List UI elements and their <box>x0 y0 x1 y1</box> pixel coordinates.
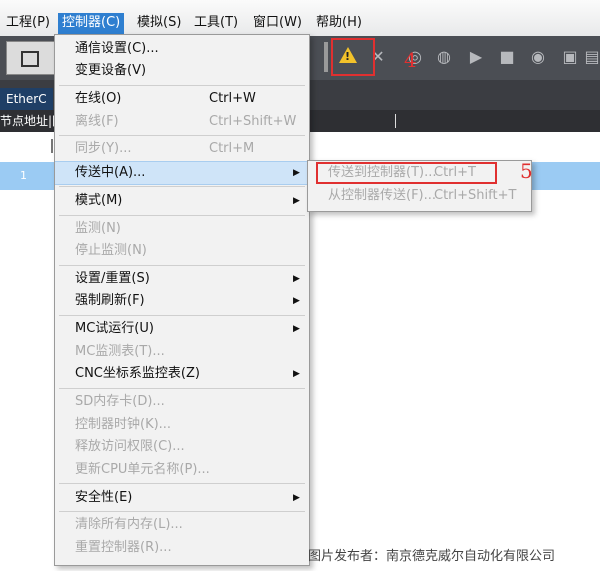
submenu-arrow-icon: ▶ <box>293 493 300 503</box>
menu-item-controller-clock: 控制器时钟(K)... <box>55 414 309 436</box>
menu-item-label: 控制器时钟(K)... <box>75 417 172 432</box>
menu-item-label: MC监测表(T)... <box>75 344 165 359</box>
menu-item-monitor: 监测(N) <box>55 218 309 240</box>
menu-item-shortcut: Ctrl+W <box>209 91 256 106</box>
submenu-arrow-icon: ▶ <box>293 274 300 284</box>
menu-item-change-device[interactable]: 变更设备(V) <box>55 60 309 82</box>
annotation-box-5 <box>316 162 497 184</box>
menu-separator <box>59 265 305 266</box>
run-icon[interactable]: ▶ <box>466 47 486 67</box>
menu-item-force-refresh[interactable]: 强制刷新(F) ▶ <box>55 290 309 312</box>
annotation-5: 5 <box>520 159 533 183</box>
menu-item-set-reset[interactable]: 设置/重置(S) ▶ <box>55 268 309 290</box>
submenu-arrow-icon: ▶ <box>293 168 300 178</box>
menu-item-reset-controller: 重置控制器(R)... <box>55 537 309 559</box>
submenu-arrow-icon: ▶ <box>293 296 300 306</box>
menu-item-label: MC试运行(U) <box>75 321 154 336</box>
menu-item-label: 释放访问权限(C)... <box>75 439 185 454</box>
column-divider <box>395 114 396 128</box>
menu-separator <box>59 315 305 316</box>
menu-item-mode[interactable]: 模式(M) ▶ <box>55 190 309 212</box>
submenu-arrow-icon: ▶ <box>293 196 300 206</box>
stop-icon[interactable]: ■ <box>497 47 517 67</box>
menu-item-shortcut: Ctrl+M <box>209 141 255 156</box>
row-number: 1 <box>20 169 27 182</box>
menu-item-sd-card: SD内存卡(D)... <box>55 391 309 413</box>
refresh-icon[interactable]: ◉ <box>528 47 548 67</box>
menu-item-shortcut: Ctrl+Shift+W <box>209 114 297 129</box>
tab-ethercat[interactable]: EtherC <box>0 88 53 110</box>
menu-separator <box>59 388 305 389</box>
menu-item-offline: 离线(F) Ctrl+Shift+W <box>55 111 309 133</box>
menu-item-label: 强制刷新(F) <box>75 293 145 308</box>
submenu-item-shortcut: Ctrl+Shift+T <box>434 188 517 203</box>
menu-tools[interactable]: 工具(T) <box>190 13 242 33</box>
controller-menu: 通信设置(C)... 变更设备(V) 在线(O) Ctrl+W 离线(F) Ctrl… <box>54 34 310 566</box>
menu-item-label: 变更设备(V) <box>75 63 147 78</box>
submenu-arrow-icon: ▶ <box>293 369 300 379</box>
menu-item-transfer[interactable]: 传送中(A)... ▶ <box>55 161 309 185</box>
menu-item-label: 通信设置(C)... <box>75 41 159 56</box>
menu-separator <box>59 186 305 187</box>
menu-item-update-cpu-name: 更新CPU单元名称(P)... <box>55 459 309 481</box>
menu-simulate[interactable]: 模拟(S) <box>133 13 185 33</box>
transfer-icon[interactable]: ▤ <box>582 47 600 67</box>
menu-item-label: 设置/重置(S) <box>75 271 150 286</box>
menu-controller[interactable]: 控制器(C) <box>58 13 125 34</box>
window-icon <box>21 51 39 67</box>
menu-separator <box>59 483 305 484</box>
menu-item-mc-monitor-table: MC监测表(T)... <box>55 341 309 363</box>
menu-item-comm-settings[interactable]: 通信设置(C)... <box>55 38 309 60</box>
menu-item-label: 停止监测(N) <box>75 243 147 258</box>
menu-bar: 工程(P) 控制器(C) 模拟(S) 工具(T) 窗口(W) 帮助(H) <box>0 0 600 37</box>
submenu-arrow-icon: ▶ <box>293 324 300 334</box>
menu-separator <box>59 85 305 86</box>
submenu-item-transfer-from-controller: 从控制器传送(F)... Ctrl+Shift+T <box>308 185 531 207</box>
menu-item-label: 模式(M) <box>75 193 123 208</box>
menu-item-cnc-monitor-table[interactable]: CNC坐标系监控表(Z) ▶ <box>55 363 309 385</box>
menu-item-label: 更新CPU单元名称(P)... <box>75 462 210 477</box>
menu-item-clear-memory: 清除所有内存(L)... <box>55 514 309 536</box>
annotation-box-4 <box>331 38 375 76</box>
menu-item-label: 传送中(A)... <box>75 165 146 180</box>
menu-item-label: 同步(Y)... <box>75 141 132 156</box>
menu-item-label: SD内存卡(D)... <box>75 394 165 409</box>
menu-item-label: 监测(N) <box>75 221 121 236</box>
menu-help[interactable]: 帮助(H) <box>312 13 366 33</box>
menu-item-label: 在线(O) <box>75 91 122 106</box>
menu-separator <box>59 135 305 136</box>
menu-item-sync: 同步(Y)... Ctrl+M <box>55 138 309 160</box>
menu-item-mc-test-run[interactable]: MC试运行(U) ▶ <box>55 318 309 340</box>
annotation-4: 4 <box>404 48 417 72</box>
menu-item-label: 重置控制器(R)... <box>75 540 172 555</box>
compare-icon[interactable]: ▣ <box>560 47 580 67</box>
menu-item-label: 清除所有内存(L)... <box>75 517 183 532</box>
glasses-off-icon[interactable]: ◍ <box>434 47 454 67</box>
layout-button[interactable] <box>6 41 55 75</box>
toolbar-separator <box>324 42 328 72</box>
menu-project[interactable]: 工程(P) <box>2 13 54 33</box>
menu-item-label: 离线(F) <box>75 114 119 129</box>
menu-separator <box>59 215 305 216</box>
publisher-watermark: 图片发布者：南京德克威尔自动化有限公司 <box>308 549 556 564</box>
menu-item-security[interactable]: 安全性(E) ▶ <box>55 487 309 509</box>
menu-item-stop-monitor: 停止监测(N) <box>55 240 309 262</box>
menu-separator <box>59 511 305 512</box>
menu-item-label: 安全性(E) <box>75 490 133 505</box>
tree-line <box>51 139 53 153</box>
submenu-item-label: 从控制器传送(F)... <box>328 188 437 203</box>
menu-item-online[interactable]: 在线(O) Ctrl+W <box>55 88 309 110</box>
menu-item-release-access: 释放访问权限(C)... <box>55 436 309 458</box>
menu-window[interactable]: 窗口(W) <box>249 13 306 33</box>
menu-item-label: CNC坐标系监控表(Z) <box>75 366 200 381</box>
